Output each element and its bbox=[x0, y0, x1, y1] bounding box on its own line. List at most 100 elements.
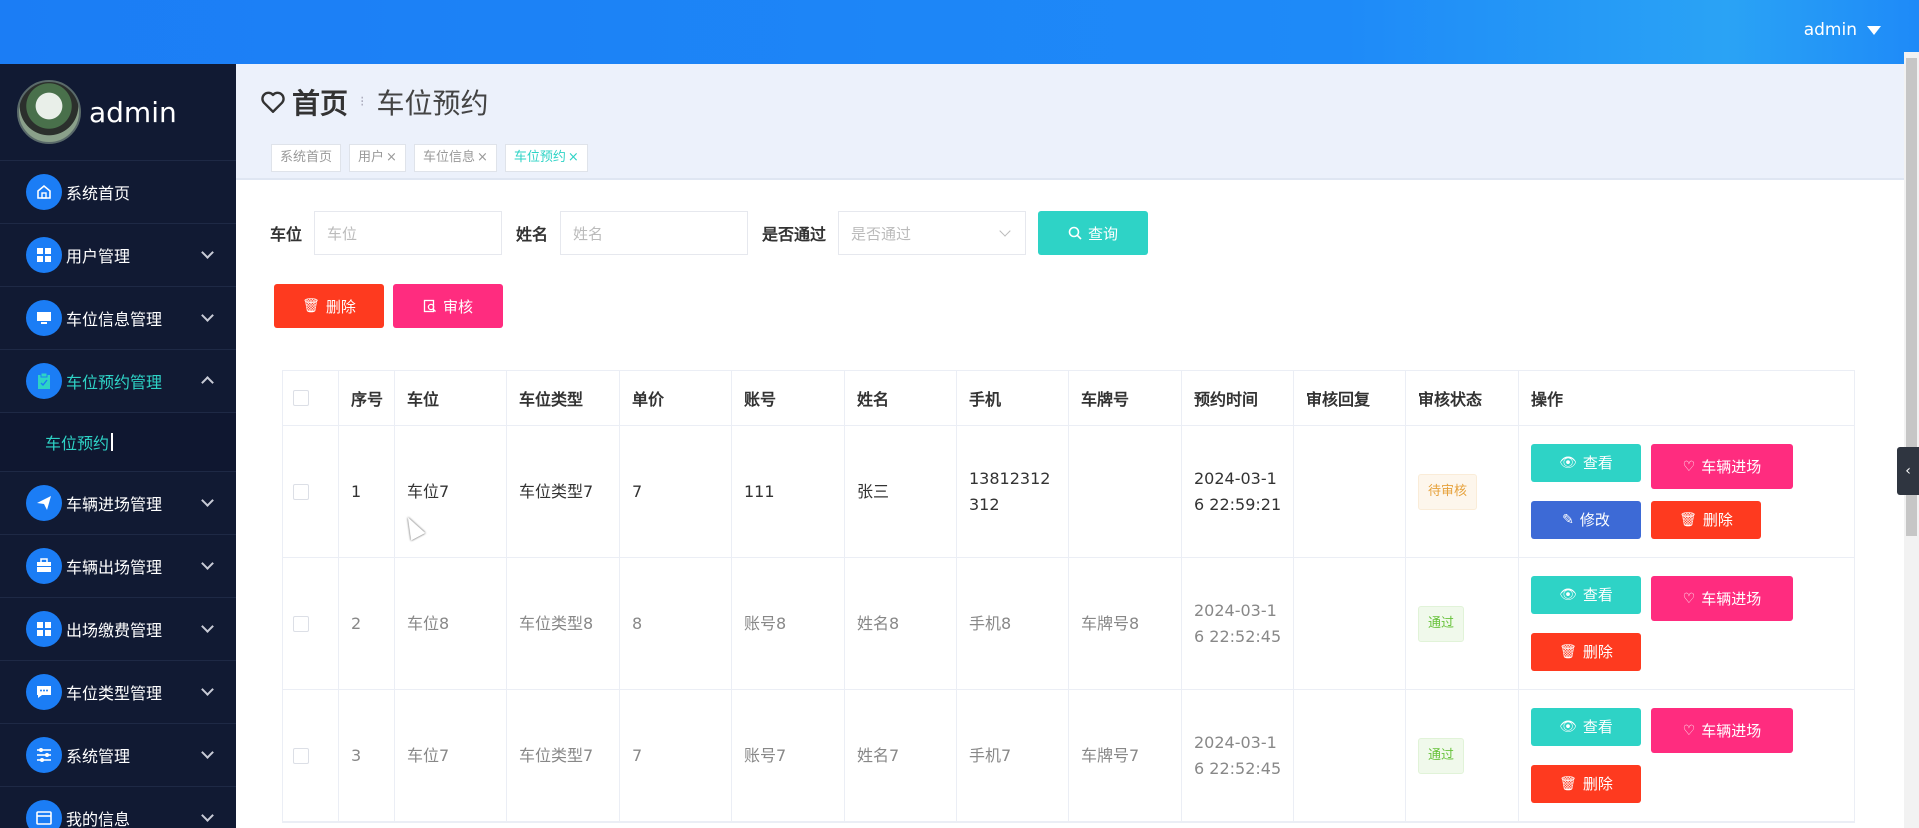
cell-text: 1 bbox=[351, 481, 362, 501]
row-checkbox-cell bbox=[283, 690, 339, 821]
cell-account: 账号7 bbox=[732, 690, 845, 821]
sidebar-item-3[interactable]: 车位预约管理 bbox=[0, 350, 236, 413]
tab-tag-label: 车位预约 bbox=[513, 150, 566, 165]
cell-no: 1 bbox=[339, 426, 395, 557]
chevron-down-icon bbox=[201, 683, 214, 696]
edit-button[interactable]: ✎ 修改 bbox=[1531, 501, 1641, 539]
column-header[interactable]: 预约时间 bbox=[1182, 371, 1294, 425]
cell-text: 手机8 bbox=[969, 613, 1012, 633]
cell-reply bbox=[1294, 426, 1406, 557]
sidebar-item-0[interactable]: 系统首页 bbox=[0, 161, 236, 224]
vehicle-enter-button-label: 车辆进场 bbox=[1701, 457, 1762, 476]
row-actions: 👁 查看 ♡ 车辆进场 ✎ 修改 🗑 删除 bbox=[1531, 444, 1811, 539]
view-button-label: 查看 bbox=[1582, 454, 1613, 472]
cell-actions: 👁 查看 ♡ 车辆进场 🗑 删除 bbox=[1519, 558, 1854, 689]
cell-plate bbox=[1069, 426, 1182, 557]
view-button[interactable]: 👁 查看 bbox=[1531, 444, 1641, 482]
vehicle-enter-button[interactable]: ♡ 车辆进场 bbox=[1651, 576, 1793, 621]
sidebar-item-label: 车辆进场管理 bbox=[66, 495, 163, 514]
sidebar-item-5[interactable]: 车辆出场管理 bbox=[0, 535, 236, 598]
cell-price: 7 bbox=[620, 426, 732, 557]
select-all-checkbox[interactable] bbox=[293, 390, 309, 406]
row-checkbox-cell bbox=[283, 558, 339, 689]
audit-icon bbox=[423, 299, 436, 313]
breadcrumb-home[interactable]: 首页 bbox=[292, 82, 348, 122]
cell-name: 姓名8 bbox=[845, 558, 957, 689]
cell-account: 账号8 bbox=[732, 558, 845, 689]
row-checkbox[interactable] bbox=[293, 615, 309, 632]
edit-icon: ✎ bbox=[1562, 512, 1574, 528]
sidebar-item-9[interactable]: 我的信息 bbox=[0, 787, 236, 828]
delete-button[interactable]: 🗑 删除 bbox=[1651, 501, 1761, 539]
name-input[interactable]: 姓名 bbox=[560, 211, 749, 255]
table-row: 3 车位7 车位类型7 7 账号7 姓名7 手机7 车牌号7 2024-03-16 22:52:… bbox=[283, 690, 1854, 822]
chevron-down-icon bbox=[201, 494, 214, 507]
sidebar-profile: admin bbox=[0, 64, 236, 161]
sidebar-item-7[interactable]: 车位类型管理 bbox=[0, 661, 236, 724]
column-header[interactable]: 审核回复 bbox=[1294, 371, 1406, 425]
column-header[interactable]: 车位类型 bbox=[507, 371, 620, 425]
close-icon[interactable]: × bbox=[477, 150, 488, 165]
vehicle-enter-button[interactable]: ♡ 车辆进场 bbox=[1651, 444, 1793, 489]
close-icon[interactable]: × bbox=[386, 150, 397, 165]
query-button[interactable]: 查询 bbox=[1038, 211, 1149, 255]
cell-status: 通过 bbox=[1406, 690, 1519, 821]
toolbar: 🗑 删除 审核 bbox=[274, 284, 503, 328]
cell-type: 车位类型7 bbox=[507, 690, 620, 821]
avatar bbox=[17, 80, 81, 144]
submenu-item-reservation[interactable]: 车位预约 bbox=[0, 413, 236, 472]
sidebar-item-2[interactable]: 车位信息管理 bbox=[0, 287, 236, 350]
vehicle-enter-button[interactable]: ♡ 车辆进场 bbox=[1651, 708, 1793, 753]
delete-button-label: 删除 bbox=[1582, 775, 1613, 793]
view-button[interactable]: 👁 查看 bbox=[1531, 708, 1641, 746]
view-button[interactable]: 👁 查看 bbox=[1531, 576, 1641, 614]
close-icon[interactable]: × bbox=[568, 150, 579, 165]
sidebar-item-4[interactable]: 车辆进场管理 bbox=[0, 472, 236, 535]
column-header[interactable]: 账号 bbox=[732, 371, 845, 425]
column-header[interactable]: 车位 bbox=[395, 371, 507, 425]
tab-tag-0[interactable]: 系统首页 bbox=[271, 144, 342, 172]
row-checkbox[interactable] bbox=[293, 483, 309, 500]
column-header[interactable]: 操作 bbox=[1519, 371, 1854, 425]
cell-actions: 👁 查看 ♡ 车辆进场 ✎ 修改 🗑 删除 bbox=[1519, 426, 1854, 557]
pass-select[interactable]: 是否通过 bbox=[838, 211, 1027, 255]
sidebar-item-1[interactable]: 用户管理 bbox=[0, 224, 236, 287]
breadcrumb: 首页 ⁝ 车位预约 bbox=[260, 82, 488, 122]
grid-icon bbox=[26, 611, 62, 647]
column-header[interactable]: 序号 bbox=[339, 371, 395, 425]
cell-type: 车位类型7 bbox=[507, 426, 620, 557]
name-placeholder: 姓名 bbox=[573, 224, 604, 243]
side-panel-toggle[interactable]: ‹ bbox=[1897, 447, 1919, 495]
audit-button[interactable]: 审核 bbox=[393, 284, 503, 328]
user-menu[interactable]: admin bbox=[1804, 20, 1881, 40]
column-header[interactable]: 手机 bbox=[957, 371, 1069, 425]
submenu-item-label: 车位预约 bbox=[45, 434, 110, 453]
cell-text: 7 bbox=[632, 481, 643, 501]
column-header[interactable]: 车牌号 bbox=[1069, 371, 1182, 425]
batch-delete-button[interactable]: 🗑 删除 bbox=[274, 284, 384, 328]
delete-button[interactable]: 🗑 删除 bbox=[1531, 633, 1641, 671]
briefcase-icon bbox=[26, 548, 62, 584]
cell-text: 车位7 bbox=[407, 481, 450, 501]
delete-button-label: 删除 bbox=[1702, 511, 1733, 529]
spot-input[interactable]: 车位 bbox=[314, 211, 503, 255]
sidebar-item-6[interactable]: 出场缴费管理 bbox=[0, 598, 236, 661]
table-header: 序号 车位 车位类型 单价 账号 姓名 手机 车牌号 预约时间 审核回复 审核状态 操作 bbox=[283, 371, 1854, 426]
clipboard-icon bbox=[26, 363, 62, 399]
sidebar-item-label: 车位预约管理 bbox=[66, 373, 163, 392]
search-icon bbox=[1068, 226, 1082, 240]
sidebar-item-8[interactable]: 系统管理 bbox=[0, 724, 236, 787]
main-content: 首页 ⁝ 车位预约 系统首页 用户 × 车位信息 × 车位预约 × 车位 车位 姓名 姓名 … bbox=[236, 64, 1904, 828]
delete-button[interactable]: 🗑 删除 bbox=[1531, 765, 1641, 803]
tab-tag-3[interactable]: 车位预约 × bbox=[504, 144, 588, 172]
column-header[interactable]: 审核状态 bbox=[1406, 371, 1519, 425]
trash-icon: 🗑 bbox=[1559, 644, 1577, 660]
tab-tag-2[interactable]: 车位信息 × bbox=[413, 144, 497, 172]
row-checkbox[interactable] bbox=[293, 747, 309, 764]
column-header[interactable]: 姓名 bbox=[845, 371, 957, 425]
tab-tags: 系统首页 用户 × 车位信息 × 车位预约 × bbox=[271, 144, 588, 172]
sidebar-item-label: 系统管理 bbox=[66, 747, 131, 766]
column-header[interactable]: 单价 bbox=[620, 371, 732, 425]
pass-label: 是否通过 bbox=[762, 225, 827, 244]
tab-tag-1[interactable]: 用户 × bbox=[349, 144, 406, 172]
